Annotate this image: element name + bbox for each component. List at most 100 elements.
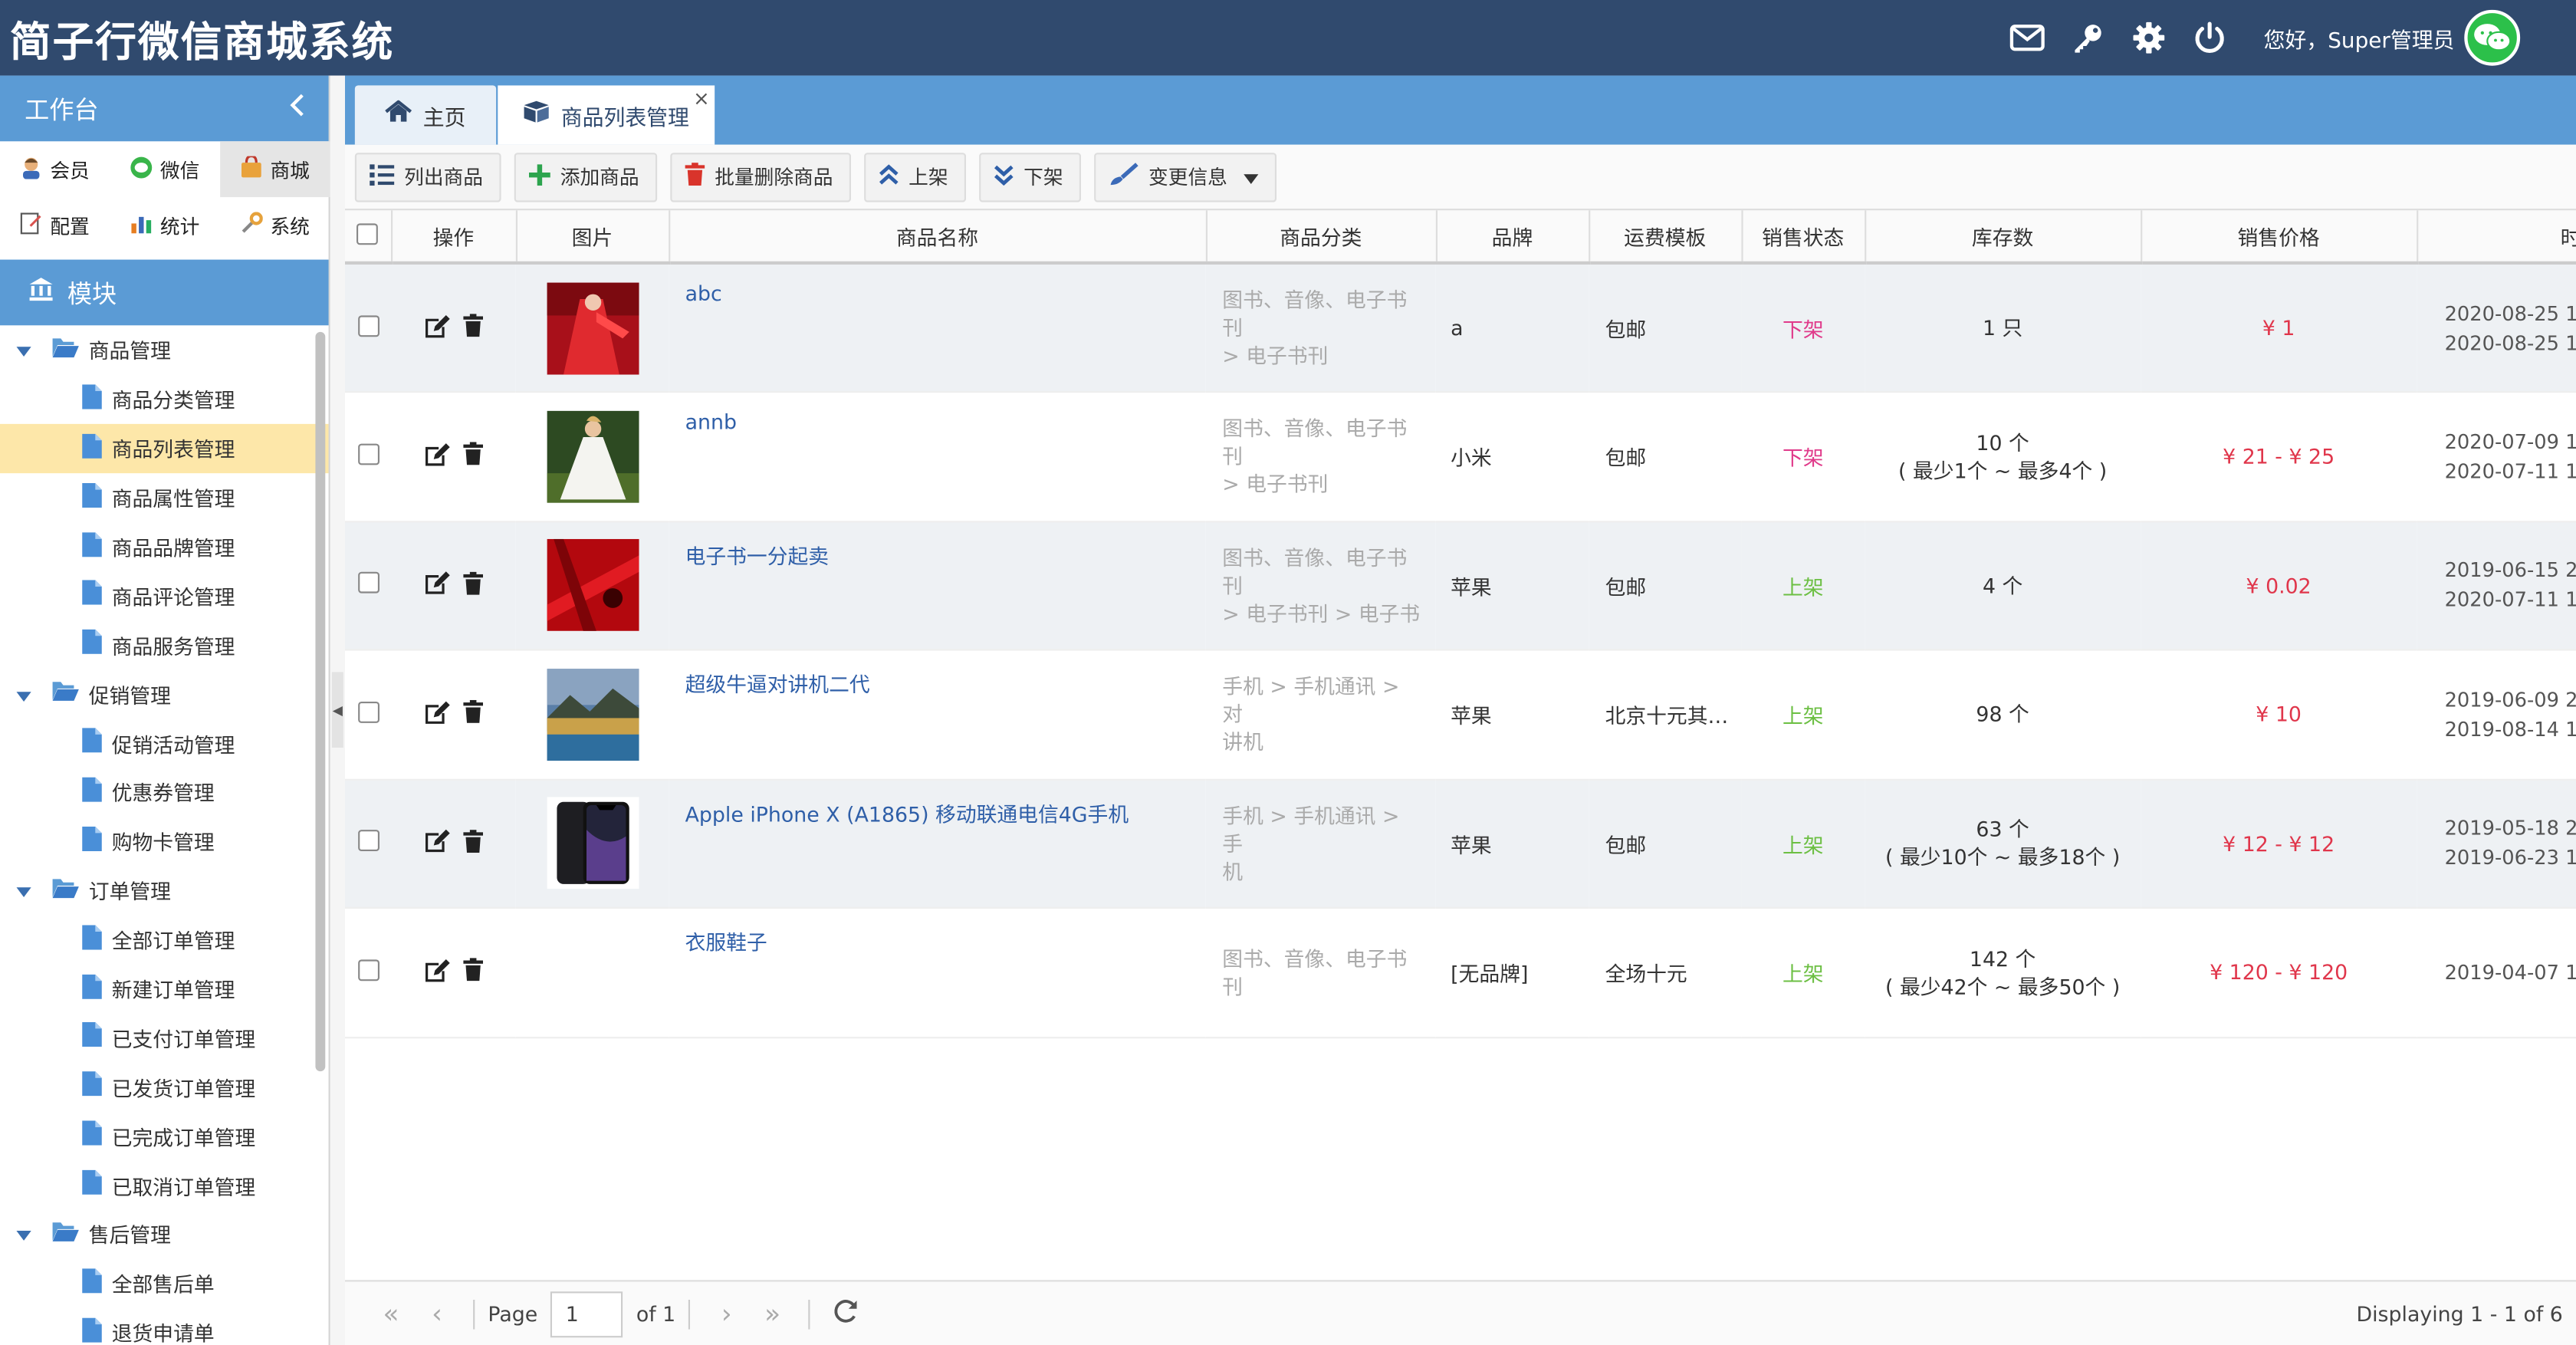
row-checkbox[interactable]: [357, 572, 379, 594]
last-page-icon[interactable]: »: [750, 1298, 796, 1330]
col-time[interactable]: 时间: [2417, 210, 2576, 265]
put-on-shelf-button[interactable]: 上架: [864, 152, 967, 202]
delete-icon[interactable]: [463, 958, 483, 986]
sidebar-scrollbar[interactable]: [315, 331, 326, 1072]
tree-item[interactable]: 已支付订单管理: [0, 1013, 329, 1062]
add-product-button[interactable]: 添加商品: [514, 152, 658, 202]
close-tab-icon[interactable]: ×: [693, 87, 710, 110]
product-image[interactable]: [546, 797, 639, 890]
col-shipping[interactable]: 运费模板: [1589, 210, 1743, 265]
delete-icon[interactable]: [463, 314, 483, 341]
refresh-icon[interactable]: [833, 1298, 859, 1330]
product-name-link[interactable]: Apple iPhone X (A1865) 移动联通电信4G手机: [669, 778, 1206, 909]
tab-home[interactable]: 主页: [354, 85, 497, 145]
tree-group[interactable]: 订单管理: [0, 866, 329, 915]
select-all-checkbox[interactable]: [356, 222, 379, 245]
col-img[interactable]: 图片: [515, 210, 670, 265]
row-checkbox[interactable]: [357, 443, 379, 465]
table-row[interactable]: annb 图书、音像、电子书刊 > 电子书刊 小米 包邮 下架 10 个 ( 最少1个 ~ 最…: [345, 392, 2576, 522]
product-name-link[interactable]: abc: [669, 262, 1206, 393]
collapse-sidebar-icon[interactable]: [289, 94, 305, 123]
tree-group[interactable]: 促销管理: [0, 669, 329, 719]
col-stock[interactable]: 库存数: [1865, 210, 2142, 265]
row-checkbox[interactable]: [357, 830, 379, 852]
take-off-shelf-button[interactable]: 下架: [979, 152, 1082, 202]
caret-down-icon[interactable]: [16, 878, 41, 903]
edit-icon[interactable]: [424, 313, 450, 343]
tree-item[interactable]: 优惠券管理: [0, 768, 329, 817]
delete-icon[interactable]: [463, 571, 483, 599]
row-checkbox[interactable]: [357, 314, 379, 337]
change-info-menu-button[interactable]: 变更信息: [1094, 152, 1277, 202]
col-status[interactable]: 销售状态: [1741, 210, 1866, 265]
edit-icon[interactable]: [424, 571, 450, 600]
delete-icon[interactable]: [463, 700, 483, 728]
product-name[interactable]: 衣服鞋子: [685, 930, 767, 955]
tree-item[interactable]: 已取消订单管理: [0, 1160, 329, 1209]
power-icon[interactable]: [2180, 0, 2240, 76]
table-row[interactable]: 超级牛逼对讲机二代 手机 > 手机通讯 > 对讲机 苹果 北京十元其… 上架 98 个 ¥ …: [345, 649, 2576, 780]
list-products-button[interactable]: 列出商品: [354, 152, 501, 202]
product-image[interactable]: [546, 281, 639, 374]
edit-icon[interactable]: [424, 829, 450, 859]
tree-item[interactable]: 退货申请单: [0, 1307, 329, 1344]
product-name-link[interactable]: 电子书一分起卖: [669, 521, 1206, 651]
tree-item[interactable]: 购物卡管理: [0, 817, 329, 866]
caret-down-icon[interactable]: [16, 682, 41, 706]
col-price[interactable]: 销售价格: [2141, 210, 2418, 265]
tree-item[interactable]: 促销活动管理: [0, 719, 329, 768]
tree-group[interactable]: 售后管理: [0, 1209, 329, 1258]
tree-item[interactable]: 商品服务管理: [0, 620, 329, 669]
table-row[interactable]: 电子书一分起卖 图书、音像、电子书刊 > 电子书刊 > 电子书 苹果 包邮 上架 4 个 ¥ …: [345, 521, 2576, 651]
row-checkbox[interactable]: [357, 959, 379, 981]
prev-page-icon[interactable]: ‹: [414, 1298, 460, 1330]
batch-delete-button[interactable]: 批量删除商品: [670, 152, 852, 202]
row-checkbox[interactable]: [357, 701, 379, 723]
col-category[interactable]: 商品分类: [1205, 210, 1437, 265]
product-image[interactable]: [546, 410, 639, 503]
tree-item[interactable]: 商品列表管理: [0, 423, 329, 473]
tree-item[interactable]: 全部订单管理: [0, 915, 329, 964]
table-row[interactable]: Apple iPhone X (A1865) 移动联通电信4G手机 手机 > 手机…: [345, 778, 2576, 909]
tree-group[interactable]: 商品管理: [0, 325, 329, 374]
product-name[interactable]: abc: [685, 281, 722, 305]
product-name-link[interactable]: 超级牛逼对讲机二代: [669, 649, 1206, 780]
col-brand[interactable]: 品牌: [1435, 210, 1590, 265]
menu-member[interactable]: 会员: [0, 141, 110, 197]
product-name-link[interactable]: 衣服鞋子: [669, 907, 1206, 1038]
tree-item[interactable]: 商品评论管理: [0, 571, 329, 620]
product-name[interactable]: annb: [685, 409, 737, 434]
caret-down-icon[interactable]: [16, 337, 41, 362]
table-row[interactable]: 衣服鞋子 图书、音像、电子书刊 [无品牌] 全场十元 上架 142 个 ( 最少42个 ~ …: [345, 907, 2576, 1038]
caret-down-icon[interactable]: [16, 1222, 41, 1246]
tree-item[interactable]: 商品品牌管理: [0, 521, 329, 571]
tree-item[interactable]: 已发货订单管理: [0, 1062, 329, 1111]
key-icon[interactable]: [2058, 0, 2119, 76]
sidebar-splitter[interactable]: ◀: [330, 75, 345, 1345]
product-image[interactable]: [546, 668, 639, 761]
tree-item[interactable]: 全部售后单: [0, 1258, 329, 1307]
tree-item[interactable]: 新建订单管理: [0, 964, 329, 1013]
menu-system[interactable]: 系统: [220, 197, 330, 253]
delete-icon[interactable]: [463, 829, 483, 857]
menu-config[interactable]: 配置: [0, 197, 110, 253]
edit-icon[interactable]: [424, 699, 450, 729]
tree-item[interactable]: 已完成订单管理: [0, 1111, 329, 1160]
mail-icon[interactable]: [1998, 0, 2058, 76]
menu-stats[interactable]: 统计: [110, 197, 221, 253]
edit-icon[interactable]: [424, 442, 450, 472]
edit-icon[interactable]: [424, 958, 450, 988]
tree-item[interactable]: 商品分类管理: [0, 374, 329, 423]
product-name[interactable]: Apple iPhone X (A1865) 移动联通电信4G手机: [685, 801, 1129, 826]
col-name[interactable]: 商品名称: [669, 210, 1207, 265]
tab-product-list[interactable]: 商品列表管理 ×: [498, 85, 715, 145]
collapse-handle[interactable]: ◀: [331, 672, 343, 748]
table-row[interactable]: abc 图书、音像、电子书刊 > 电子书刊 a 包邮 下架 1 只 ¥ 1 2020-08-25…: [345, 262, 2576, 393]
page-number-input[interactable]: 1: [550, 1291, 623, 1337]
delete-icon[interactable]: [463, 442, 483, 470]
col-op[interactable]: 操作: [390, 210, 517, 265]
wechat-icon[interactable]: [2464, 9, 2521, 66]
first-page-icon[interactable]: «: [368, 1298, 414, 1330]
menu-wechat[interactable]: 微信: [110, 141, 221, 197]
product-image[interactable]: [546, 539, 639, 632]
